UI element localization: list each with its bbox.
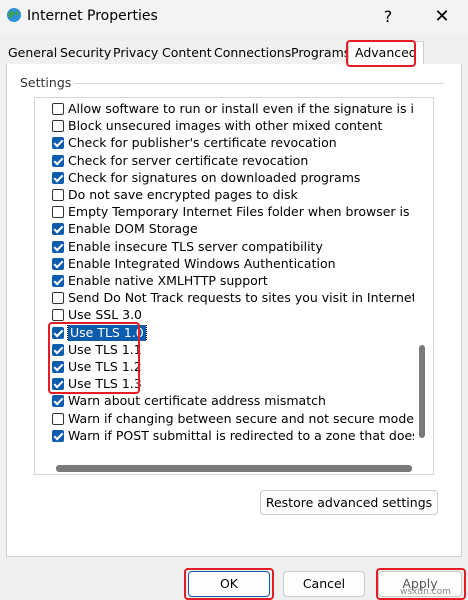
- setting-item-label: Warn if POST submittal is redirected to …: [68, 427, 414, 443]
- checkbox-checked[interactable]: [52, 378, 64, 391]
- checkbox-checked[interactable]: [52, 154, 64, 167]
- setting-item-label: Check for publisher's certificate revoca…: [68, 135, 337, 151]
- setting-item[interactable]: Use TLS 1.0: [52, 324, 414, 341]
- checkbox-checked[interactable]: [52, 395, 64, 408]
- checkbox-unchecked[interactable]: [52, 412, 64, 425]
- setting-item-label: Do not save encrypted pages to disk: [68, 187, 298, 202]
- watermark-text: wsxdn.com: [400, 587, 451, 597]
- ok-button[interactable]: OK: [188, 571, 270, 597]
- setting-item-label: Enable Integrated Windows Authentication: [68, 255, 336, 271]
- setting-item-label: Enable native XMLHTTP support: [68, 273, 268, 288]
- setting-item-label: Use TLS 1.1: [68, 341, 142, 357]
- checkbox-unchecked[interactable]: [52, 103, 64, 115]
- tab-connections[interactable]: Connections: [214, 45, 291, 60]
- tab-privacy[interactable]: Privacy: [113, 45, 158, 60]
- checkbox-checked[interactable]: [52, 137, 64, 150]
- checkbox-checked[interactable]: [52, 171, 64, 184]
- help-button[interactable]: ?: [372, 3, 404, 31]
- close-button[interactable]: ✕: [425, 3, 459, 31]
- setting-item-label: Check for server certificate revocation: [68, 152, 309, 168]
- checkbox-unchecked[interactable]: [52, 292, 64, 305]
- checkbox-checked[interactable]: [52, 257, 64, 270]
- setting-item[interactable]: Warn about certificate address mismatch: [52, 393, 414, 409]
- setting-item[interactable]: Use TLS 1.3: [52, 376, 414, 392]
- setting-item[interactable]: Empty Temporary Internet Files folder wh…: [52, 204, 414, 220]
- setting-item[interactable]: Use TLS 1.2: [52, 359, 414, 375]
- tab-bar: General Security Privacy Content Connect…: [0, 34, 468, 66]
- setting-item[interactable]: Send Do Not Track requests to sites you …: [52, 290, 414, 306]
- checkbox-checked[interactable]: [52, 240, 64, 253]
- setting-item[interactable]: Block unsecured images with other mixed …: [52, 118, 414, 134]
- setting-item-label: Use SSL 3.0: [68, 307, 143, 323]
- checkbox-checked[interactable]: [52, 361, 64, 373]
- checkbox-checked[interactable]: [52, 275, 64, 287]
- horizontal-scrollbar-thumb[interactable]: [56, 465, 412, 472]
- globe-icon: [7, 8, 21, 22]
- setting-item-label: Send Do Not Track requests to sites you …: [68, 290, 414, 306]
- tab-advanced[interactable]: Advanced: [348, 41, 424, 64]
- checkbox-checked[interactable]: [52, 343, 64, 356]
- setting-item-label: Enable insecure TLS server compatibility: [68, 238, 323, 254]
- setting-item[interactable]: Do not save encrypted pages to disk: [52, 187, 414, 203]
- setting-item-label: Use TLS 1.0: [67, 324, 147, 341]
- setting-item[interactable]: Enable DOM Storage: [52, 221, 414, 237]
- checkbox-unchecked[interactable]: [52, 120, 64, 133]
- setting-item-label: Enable DOM Storage: [68, 221, 198, 237]
- setting-item[interactable]: Enable native XMLHTTP support: [52, 273, 414, 289]
- settings-divider: [74, 83, 444, 84]
- checkbox-unchecked[interactable]: [52, 309, 64, 322]
- title-bar: Internet Properties ? ✕: [0, 0, 468, 34]
- setting-item[interactable]: Use SSL 3.0: [52, 307, 414, 323]
- setting-item-label: Allow software to run or install even if…: [68, 101, 414, 116]
- setting-item-label: Check for signatures on downloaded progr…: [68, 169, 361, 185]
- cancel-button[interactable]: Cancel: [283, 571, 365, 597]
- tab-content[interactable]: Content: [162, 45, 212, 60]
- tab-security[interactable]: Security: [60, 45, 111, 60]
- setting-item[interactable]: Check for server certificate revocation: [52, 153, 414, 169]
- checkbox-checked[interactable]: [52, 223, 64, 236]
- checkbox-unchecked[interactable]: [52, 189, 64, 201]
- setting-item-label: Block unsecured images with other mixed …: [68, 118, 383, 134]
- setting-item[interactable]: Enable Integrated Windows Authentication: [52, 256, 414, 272]
- checkbox-unchecked[interactable]: [52, 206, 64, 219]
- setting-item-label: Use TLS 1.3: [68, 376, 142, 392]
- setting-item-label: Empty Temporary Internet Files folder wh…: [68, 204, 414, 220]
- setting-item[interactable]: Warn if POST submittal is redirected to …: [52, 428, 414, 444]
- setting-item[interactable]: Allow software to run or install even if…: [52, 101, 414, 117]
- restore-advanced-settings-button[interactable]: Restore advanced settings: [260, 490, 438, 515]
- setting-item-label: Warn if changing between secure and not …: [68, 410, 414, 426]
- setting-item[interactable]: Use TLS 1.1: [52, 342, 414, 358]
- setting-item-label: Warn about certificate address mismatch: [68, 393, 326, 409]
- setting-item[interactable]: Check for publisher's certificate revoca…: [52, 135, 414, 151]
- setting-item[interactable]: Enable insecure TLS server compatibility: [52, 239, 414, 255]
- tab-programs[interactable]: Programs: [291, 45, 350, 60]
- checkbox-checked[interactable]: [52, 429, 64, 442]
- setting-item[interactable]: Check for signatures on downloaded progr…: [52, 170, 414, 186]
- setting-item[interactable]: Warn if changing between secure and not …: [52, 411, 414, 427]
- settings-group-label: Settings: [20, 75, 72, 90]
- vertical-scrollbar-thumb[interactable]: [419, 345, 425, 438]
- setting-item-label: Use TLS 1.2: [68, 359, 142, 374]
- window-title: Internet Properties: [27, 8, 158, 24]
- tab-general[interactable]: General: [8, 45, 57, 60]
- checkbox-checked[interactable]: [52, 326, 64, 339]
